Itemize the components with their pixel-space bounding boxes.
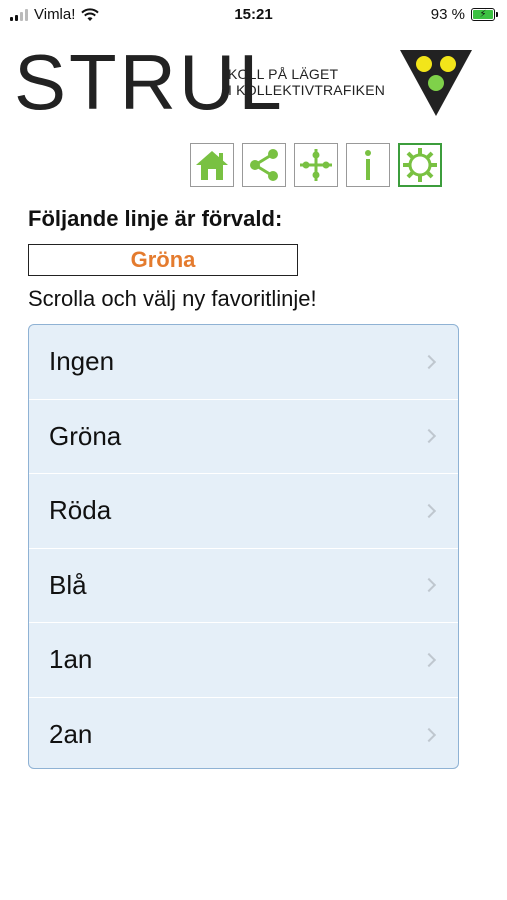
battery-percent: 93 %: [430, 6, 465, 23]
list-item[interactable]: 1an: [29, 623, 458, 698]
chevron-right-icon: [421, 354, 437, 369]
info-icon: [365, 150, 371, 180]
list-item-label: 1an: [49, 644, 93, 675]
chevron-right-icon: [421, 578, 437, 593]
chevron-right-icon: [421, 503, 437, 518]
network-map-button[interactable]: [294, 143, 338, 187]
tagline: KOLL PÅ LÄGET I KOLLEKTIVTRAFIKEN: [228, 66, 385, 98]
chevron-right-icon: [421, 429, 437, 444]
list-item-label: Blå: [49, 569, 87, 600]
charging-bolt-icon: ⚡: [479, 8, 487, 20]
list-item-label: Röda: [49, 495, 112, 526]
line-picker-list[interactable]: Ingen Gröna Röda Blå 1an 2an: [28, 324, 459, 769]
list-item-label: 2an: [49, 719, 93, 750]
app-header: STRUL KOLL PÅ LÄGET I KOLLEKTIVTRAFIKEN: [14, 42, 494, 122]
list-item[interactable]: 2an: [29, 698, 458, 769]
list-item-label: Ingen: [49, 346, 115, 377]
list-item-label: Gröna: [49, 420, 122, 451]
home-icon: [196, 151, 228, 180]
status-right: 93 % ⚡: [430, 6, 498, 23]
share-icon: [250, 149, 278, 181]
info-button[interactable]: [346, 143, 390, 187]
home-button[interactable]: [190, 143, 234, 187]
list-item[interactable]: Blå: [29, 549, 458, 623]
settings-button[interactable]: [398, 143, 442, 187]
current-favorite-value: Gröna: [130, 247, 196, 272]
chevron-right-icon: [421, 652, 437, 667]
tagline-line-1: KOLL PÅ LÄGET: [228, 66, 339, 82]
share-button[interactable]: [242, 143, 286, 187]
list-item[interactable]: Ingen: [29, 325, 458, 400]
list-item[interactable]: Röda: [29, 474, 458, 549]
scroll-hint: Scrolla och välj ny favoritlinje!: [28, 286, 317, 311]
toolbar: [190, 143, 442, 187]
battery-icon: ⚡: [471, 8, 498, 21]
preset-heading: Följande linje är förvald:: [28, 206, 283, 231]
chevron-right-icon: [421, 727, 437, 742]
traffic-light-logo-icon: [400, 50, 472, 116]
status-bar: Vimla! 15:21 93 % ⚡: [0, 0, 507, 32]
current-favorite-line: Gröna: [28, 244, 298, 276]
settings-icon: [403, 148, 437, 182]
tagline-line-2: I KOLLEKTIVTRAFIKEN: [228, 82, 386, 98]
network-icon: [300, 149, 332, 181]
list-item[interactable]: Gröna: [29, 400, 458, 474]
